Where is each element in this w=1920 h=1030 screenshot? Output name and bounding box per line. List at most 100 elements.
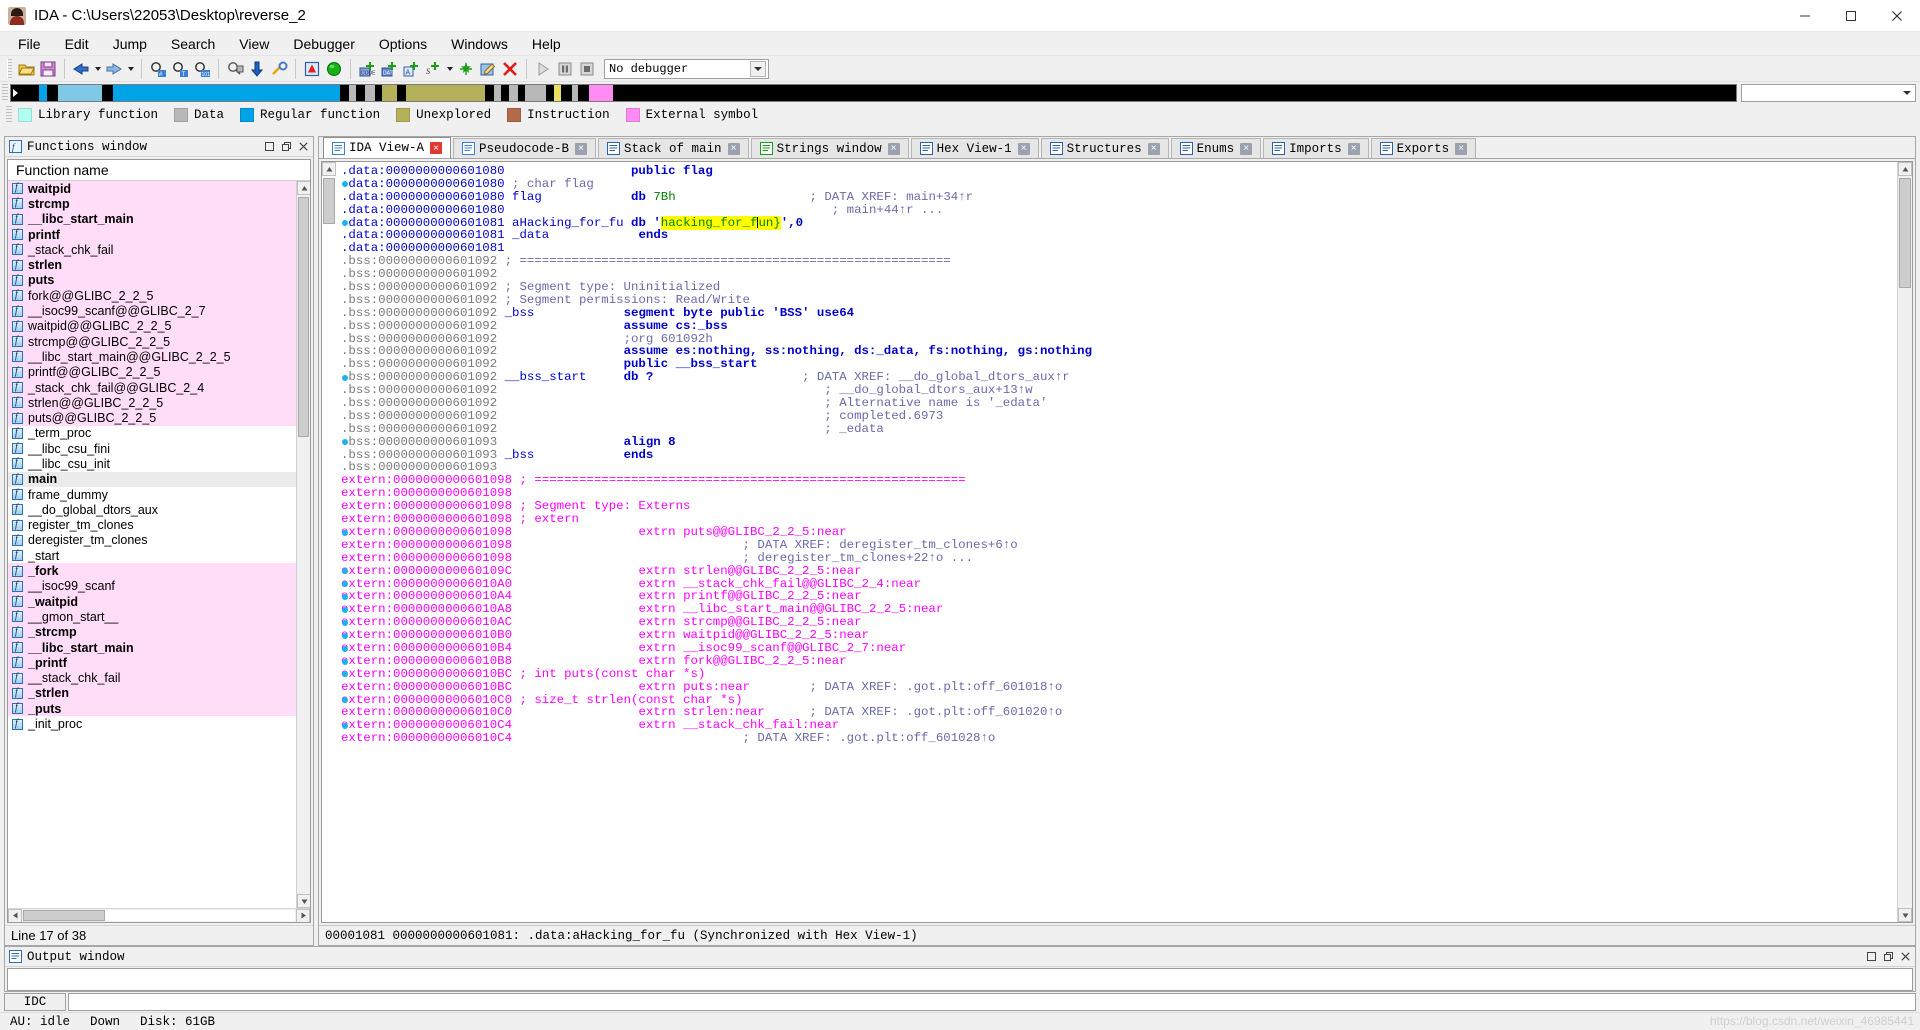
tab-hex-view-1[interactable]: Hex View-1 ×	[910, 138, 1039, 158]
function-list-item[interactable]: waitpid	[8, 181, 310, 197]
disasm-left-thumb[interactable]	[323, 178, 335, 224]
breakpoint-dot-icon[interactable]	[342, 219, 348, 226]
function-list-item[interactable]: printf	[8, 226, 310, 243]
menu-item-windows[interactable]: Windows	[439, 33, 520, 55]
function-list-item[interactable]: puts@@GLIBC_2_2_5	[8, 410, 310, 426]
tab-ida-view-a[interactable]: IDA View-A ×	[323, 137, 452, 158]
green-circle-icon[interactable]	[323, 58, 345, 80]
scroll-down-icon[interactable]	[297, 894, 310, 908]
menu-item-help[interactable]: Help	[520, 33, 573, 55]
disasm-scroll-thumb[interactable]	[1899, 178, 1911, 288]
scroll-up-icon[interactable]	[297, 181, 310, 195]
search-binary-icon[interactable]: 101	[191, 58, 213, 80]
tab-close-icon[interactable]: ×	[727, 142, 740, 155]
save-icon[interactable]	[37, 58, 59, 80]
menu-item-options[interactable]: Options	[367, 33, 439, 55]
disasm-scroll-up-icon[interactable]	[322, 162, 336, 176]
function-list-item[interactable]: fork@@GLIBC_2_2_5	[8, 288, 310, 304]
function-list-item[interactable]: _fork	[8, 563, 310, 579]
function-list-item[interactable]: puts	[8, 272, 310, 289]
functions-window-close-icon[interactable]	[296, 139, 311, 154]
navigation-band[interactable]	[10, 84, 1737, 102]
search-structure-icon[interactable]	[224, 58, 246, 80]
breakpoint-dot-icon[interactable]	[342, 374, 348, 381]
chevron-down-icon[interactable]	[750, 60, 766, 77]
functions-list[interactable]: waitpidstrcmp__libc_start_mainprintf_sta…	[8, 181, 310, 908]
function-list-item[interactable]: __libc_start_main	[8, 639, 310, 656]
functions-scroll-thumb[interactable]	[298, 197, 309, 437]
function-list-item[interactable]: _start	[8, 548, 310, 563]
tab-close-icon[interactable]: ×	[1147, 142, 1160, 155]
function-list-item[interactable]: __isoc99_scanf@@GLIBC_2_7	[8, 303, 310, 319]
idc-command-input[interactable]	[68, 993, 1916, 1011]
minimize-button[interactable]	[1782, 0, 1828, 32]
function-list-item[interactable]: __isoc99_scanf	[8, 578, 310, 595]
down-arrow-icon[interactable]	[246, 58, 268, 80]
function-list-item[interactable]: strcmp	[8, 196, 310, 212]
disassembly-vertical-scrollbar[interactable]	[1897, 162, 1912, 922]
tab-imports[interactable]: Imports ×	[1263, 138, 1369, 158]
scroll-left-icon[interactable]	[8, 908, 22, 922]
functions-hscroll-thumb[interactable]	[23, 910, 105, 921]
tab-exports[interactable]: Exports ×	[1370, 138, 1477, 158]
menu-item-file[interactable]: File	[6, 33, 53, 55]
tab-close-icon[interactable]: ×	[1240, 142, 1253, 155]
make-code-icon[interactable]: CODE	[356, 58, 378, 80]
idc-mode-button[interactable]: IDC	[4, 993, 66, 1011]
toolbar-grip[interactable]	[7, 58, 12, 79]
functions-window-maximize-icon[interactable]	[279, 139, 294, 154]
legend-grip[interactable]	[6, 106, 12, 124]
menu-item-edit[interactable]: Edit	[53, 33, 101, 55]
function-list-item[interactable]: deregister_tm_clones	[8, 533, 310, 548]
navband-grip[interactable]	[2, 84, 8, 102]
delete-x-icon[interactable]	[499, 58, 521, 80]
function-list-item[interactable]: printf@@GLIBC_2_2_5	[8, 364, 310, 380]
tab-pseudocode-b[interactable]: Pseudocode-B ×	[453, 138, 597, 158]
tab-stack-of-main[interactable]: Stack of main ×	[598, 138, 749, 158]
tab-structures[interactable]: Structures ×	[1040, 138, 1169, 158]
tab-enums[interactable]: Enums ×	[1170, 138, 1262, 158]
function-list-item[interactable]: __gmon_start__	[8, 609, 310, 625]
disassembly-line[interactable]: .data:0000000000601081 _data ends	[341, 229, 1897, 242]
output-window-close-icon[interactable]	[1898, 949, 1913, 964]
output-log[interactable]: 400670: using guessed type int __fastcal…	[7, 968, 1913, 991]
function-list-item[interactable]: _strcmp	[8, 624, 310, 640]
function-list-item[interactable]: main	[8, 471, 310, 487]
menu-item-debugger[interactable]: Debugger	[281, 33, 367, 55]
star-icon[interactable]	[455, 58, 477, 80]
run-icon[interactable]	[532, 58, 554, 80]
function-list-item[interactable]: _strlen	[8, 685, 310, 702]
make-struct-icon[interactable]: S	[422, 58, 444, 80]
search-hash-icon[interactable]: #	[147, 58, 169, 80]
function-list-item[interactable]: _stack_chk_fail	[8, 242, 310, 258]
open-file-icon[interactable]	[15, 58, 37, 80]
breakpoint-dot-icon[interactable]	[342, 594, 348, 600]
close-button[interactable]	[1874, 0, 1920, 32]
breakpoint-dot-icon[interactable]	[342, 619, 348, 626]
functions-window-restore-icon[interactable]	[262, 139, 277, 154]
tab-strings-window[interactable]: Strings window ×	[750, 138, 909, 158]
make-struct-dropdown-icon[interactable]	[444, 58, 455, 80]
maximize-button[interactable]	[1828, 0, 1874, 32]
function-list-item[interactable]: strlen	[8, 257, 310, 273]
function-list-item[interactable]: __do_global_dtors_aux	[8, 502, 310, 517]
function-list-item[interactable]: strlen@@GLIBC_2_2_5	[8, 395, 310, 411]
key-icon[interactable]	[268, 58, 290, 80]
tab-close-icon[interactable]: ×	[1017, 142, 1030, 155]
warning-icon[interactable]	[301, 58, 323, 80]
function-list-item[interactable]: _puts	[8, 701, 310, 717]
breakpoint-dot-icon[interactable]	[342, 606, 348, 613]
function-list-item[interactable]: _stack_chk_fail@@GLIBC_2_4	[8, 379, 310, 396]
disassembly-line[interactable]: .bss:0000000000601092 ; ================…	[341, 255, 1897, 268]
tab-close-icon[interactable]: ×	[430, 142, 443, 154]
edit-icon[interactable]	[477, 58, 499, 80]
search-text-icon[interactable]: T	[169, 58, 191, 80]
function-list-item[interactable]: _waitpid	[8, 594, 310, 610]
function-list-item[interactable]: __libc_start_main	[8, 211, 310, 227]
function-list-item[interactable]: _term_proc	[8, 426, 310, 441]
function-list-item[interactable]: __libc_csu_fini	[8, 441, 310, 456]
breakpoint-dot-icon[interactable]	[342, 529, 348, 536]
pause-icon[interactable]	[554, 58, 576, 80]
tab-close-icon[interactable]: ×	[887, 142, 900, 155]
functions-horizontal-scrollbar[interactable]	[8, 908, 310, 922]
